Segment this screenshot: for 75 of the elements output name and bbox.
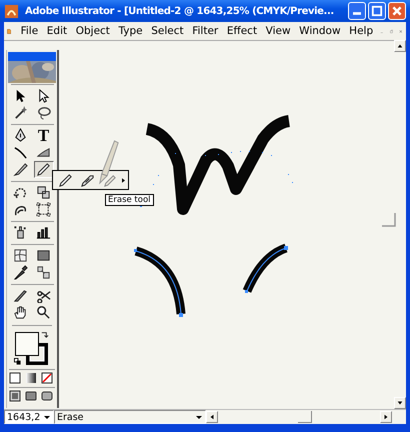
dropdown-arrow-icon[interactable]	[195, 413, 203, 421]
standard-screen-icon[interactable]	[9, 390, 21, 402]
menu-item[interactable]: View	[261, 25, 295, 37]
menu-item[interactable]: Select	[146, 25, 188, 37]
zoom-icon	[36, 305, 51, 320]
app-icon	[4, 4, 19, 18]
graph-icon	[36, 225, 51, 240]
pencil-icon	[58, 172, 72, 188]
status-field[interactable]: Erase	[54, 410, 206, 424]
stroke-swatch[interactable]	[26, 343, 48, 365]
brush-stroke	[134, 246, 186, 317]
maximize-icon	[371, 5, 383, 17]
rotate-icon	[13, 185, 28, 200]
tool-button[interactable]	[34, 161, 54, 178]
menu-item[interactable]: Edit	[42, 25, 72, 37]
lasso-icon	[36, 105, 51, 120]
close-icon	[391, 5, 403, 17]
up-arrow-icon	[397, 43, 403, 49]
menu-item[interactable]: Window	[294, 25, 345, 37]
scroll-left-button[interactable]	[206, 411, 218, 423]
window-title: Adobe Illustrator - [Untitled-2 @ 1643,25% (CMYK/Previe...	[25, 6, 335, 16]
scroll-right-button[interactable]	[380, 411, 392, 423]
scroll-thumb[interactable]	[298, 411, 312, 423]
tearoff-arrow-icon[interactable]	[122, 178, 125, 182]
fill-swatch[interactable]	[15, 332, 39, 356]
right-arrow-icon	[383, 414, 389, 420]
blend-icon	[36, 265, 51, 280]
minimize-icon	[353, 12, 361, 15]
none-mode-icon[interactable]	[41, 372, 53, 384]
default-colors-icon[interactable]	[14, 358, 21, 365]
minimize-button[interactable]	[348, 2, 366, 20]
type-tool-icon: T	[38, 128, 50, 144]
mesh-icon	[13, 248, 28, 263]
hand-icon	[13, 305, 28, 320]
menu-item[interactable]: Filter	[188, 25, 223, 37]
maximize-button[interactable]	[368, 2, 386, 20]
scissors-icon	[36, 288, 51, 303]
flyout-tool-button[interactable]	[56, 172, 74, 188]
color-mode-icon[interactable]	[9, 372, 21, 384]
smooth-icon	[80, 172, 94, 188]
left-arrow-icon	[209, 414, 215, 420]
close-button[interactable]	[388, 2, 406, 20]
full-screen-icon[interactable]	[41, 390, 53, 402]
swap-icon[interactable]	[40, 330, 49, 339]
zoom-field[interactable]: 1643,2	[4, 410, 54, 424]
scroll-down-button[interactable]	[394, 397, 406, 409]
menu-item[interactable]: Effect	[222, 25, 262, 37]
tool-button[interactable]	[10, 161, 30, 178]
brush-icon	[13, 162, 28, 177]
menu-item[interactable]: File	[16, 25, 42, 37]
symbol-icon	[13, 225, 28, 240]
menu-item[interactable]: Type	[114, 25, 147, 37]
full-screen-menu-icon[interactable]	[25, 390, 37, 402]
tool-button[interactable]	[34, 201, 54, 218]
pen-icon	[13, 128, 28, 143]
slice-icon	[13, 288, 28, 303]
eraser-cursor-icon	[98, 138, 120, 186]
line-icon	[13, 145, 28, 160]
dropdown-arrow-icon[interactable]	[43, 413, 51, 421]
page-corner	[382, 213, 396, 227]
gradient-mode-icon[interactable]	[25, 372, 37, 384]
tool-button[interactable]: T	[34, 127, 54, 144]
down-arrow-icon	[397, 400, 403, 406]
erase-icon	[102, 172, 116, 188]
eyedropper-icon	[13, 265, 28, 280]
menu-item[interactable]: Help	[344, 25, 378, 37]
scale-icon	[36, 185, 51, 200]
free-transform-icon	[36, 202, 51, 217]
scroll-up-button[interactable]	[394, 40, 406, 52]
magic-wand-icon	[13, 105, 28, 120]
tooltip: Erase tool	[105, 194, 154, 206]
menu-item[interactable]: Object	[71, 25, 114, 37]
gradient-icon	[36, 248, 51, 263]
brush-stroke	[242, 244, 288, 293]
pencil-icon	[36, 162, 51, 177]
